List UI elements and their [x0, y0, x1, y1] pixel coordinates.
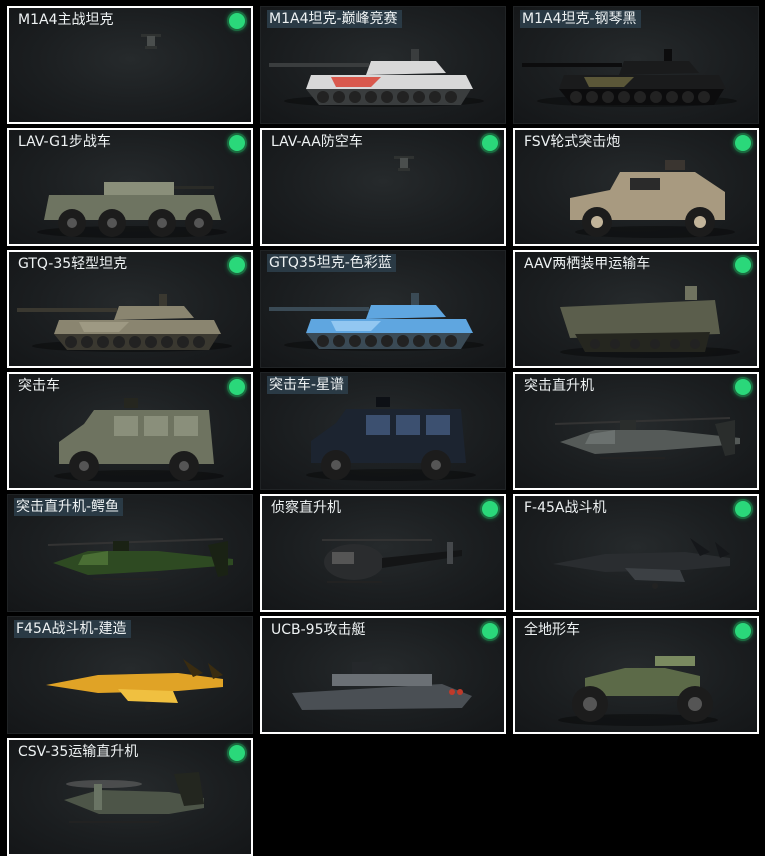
vehicle-name: F-45A战斗机 [524, 500, 607, 516]
owned-indicator-icon [482, 135, 498, 151]
tank-icon [514, 27, 758, 123]
vehicle-card[interactable]: 突击直升机 [513, 372, 759, 490]
vehicle-card[interactable]: CSV-35运输直升机 [7, 738, 253, 856]
owned-indicator-icon [229, 745, 245, 761]
vehicle-name: LAV-AA防空车 [271, 134, 363, 150]
tiltrotor-icon [9, 760, 251, 854]
attack-heli-icon [515, 394, 757, 488]
vehicle-card[interactable]: GTQ-35轻型坦克 [7, 250, 253, 368]
vehicle-name: 突击车 [18, 378, 60, 394]
amphibious-icon [515, 272, 757, 366]
vehicle-card[interactable]: M1A4主战坦克 [7, 6, 253, 124]
vehicle-card[interactable]: 突击车-星谱 [260, 372, 506, 490]
vehicle-card[interactable]: 侦察直升机 [260, 494, 506, 612]
vehicle-grid: M1A4主战坦克 M1A4坦克-巅峰竞赛 M1A4坦克-钢琴黑 LAV-G1步战… [0, 0, 765, 856]
vehicle-name: M1A4坦克-巅峰竞赛 [267, 10, 402, 28]
vehicle-card[interactable]: M1A4坦克-钢琴黑 [513, 6, 759, 124]
owned-indicator-icon [735, 135, 751, 151]
owned-indicator-icon [229, 13, 245, 29]
vehicle-card[interactable]: FSV轮式突击炮 [513, 128, 759, 246]
vehicle-card[interactable]: 突击车 [7, 372, 253, 490]
vehicle-card[interactable]: F45A战斗机-建造 [7, 616, 253, 734]
vehicle-name: CSV-35运输直升机 [18, 744, 139, 760]
attack-heli-icon [8, 515, 252, 611]
tank-icon [9, 272, 251, 366]
owned-indicator-icon [482, 623, 498, 639]
drone-icon [9, 28, 251, 122]
vehicle-card[interactable]: LAV-AA防空车 [260, 128, 506, 246]
mrap-icon [9, 394, 251, 488]
owned-indicator-icon [229, 379, 245, 395]
vehicle-name: 突击车-星谱 [267, 376, 349, 394]
vehicle-card[interactable]: AAV两栖装甲运输车 [513, 250, 759, 368]
atv-icon [515, 638, 757, 732]
vehicle-name: FSV轮式突击炮 [524, 134, 621, 150]
vehicle-name: 全地形车 [524, 622, 580, 638]
mrap-icon [261, 393, 505, 489]
jet-icon [8, 637, 252, 733]
owned-indicator-icon [229, 257, 245, 273]
drone-icon [262, 150, 504, 244]
scout-heli-icon [262, 516, 504, 610]
tank-icon [261, 271, 505, 367]
owned-indicator-icon [735, 501, 751, 517]
owned-indicator-icon [482, 501, 498, 517]
jet-icon [515, 516, 757, 610]
owned-indicator-icon [735, 623, 751, 639]
vehicle-name: AAV两栖装甲运输车 [524, 256, 651, 272]
boat-icon [262, 638, 504, 732]
vehicle-name: GTQ-35轻型坦克 [18, 256, 128, 272]
vehicle-name: M1A4主战坦克 [18, 12, 114, 28]
owned-indicator-icon [229, 135, 245, 151]
vehicle-name: 突击直升机 [524, 378, 594, 394]
vehicle-card[interactable]: M1A4坦克-巅峰竞赛 [260, 6, 506, 124]
owned-indicator-icon [735, 379, 751, 395]
apc-wheeled-icon [9, 150, 251, 244]
armored-car-icon [515, 150, 757, 244]
vehicle-card[interactable]: LAV-G1步战车 [7, 128, 253, 246]
vehicle-name: UCB-95攻击艇 [271, 622, 366, 638]
vehicle-card[interactable]: F-45A战斗机 [513, 494, 759, 612]
vehicle-card[interactable]: UCB-95攻击艇 [260, 616, 506, 734]
vehicle-name: GTQ35坦克-色彩蓝 [267, 254, 396, 272]
vehicle-name: 侦察直升机 [271, 500, 341, 516]
vehicle-name: M1A4坦克-钢琴黑 [520, 10, 641, 28]
vehicle-name: F45A战斗机-建造 [14, 620, 131, 638]
vehicle-card[interactable]: GTQ35坦克-色彩蓝 [260, 250, 506, 368]
owned-indicator-icon [735, 257, 751, 273]
vehicle-name: LAV-G1步战车 [18, 134, 111, 150]
tank-icon [261, 27, 505, 123]
vehicle-name: 突击直升机-鳄鱼 [14, 498, 124, 516]
vehicle-card[interactable]: 全地形车 [513, 616, 759, 734]
vehicle-card[interactable]: 突击直升机-鳄鱼 [7, 494, 253, 612]
